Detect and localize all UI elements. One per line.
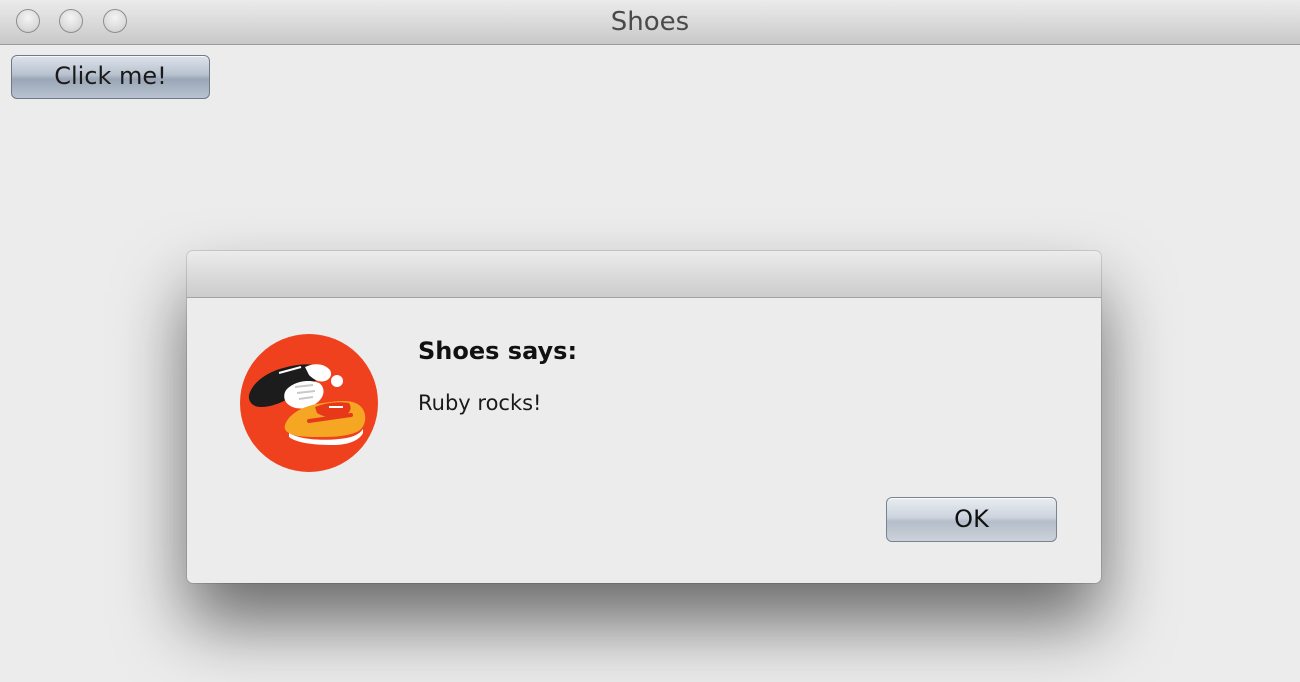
alert-dialog: Shoes says: Ruby rocks! OK xyxy=(187,251,1101,583)
window-titlebar[interactable]: Shoes xyxy=(0,0,1300,45)
click-me-button[interactable]: Click me! xyxy=(11,55,210,99)
window-title: Shoes xyxy=(610,7,690,37)
shoes-logo-icon xyxy=(240,334,378,472)
dialog-titlebar[interactable] xyxy=(187,251,1101,298)
ok-button[interactable]: OK xyxy=(886,497,1057,542)
dialog-heading: Shoes says: xyxy=(418,337,578,365)
shoes-window: Shoes Click me! Shoes says: Ruby rocks! … xyxy=(0,0,1300,682)
dialog-message: Ruby rocks! xyxy=(418,391,542,415)
